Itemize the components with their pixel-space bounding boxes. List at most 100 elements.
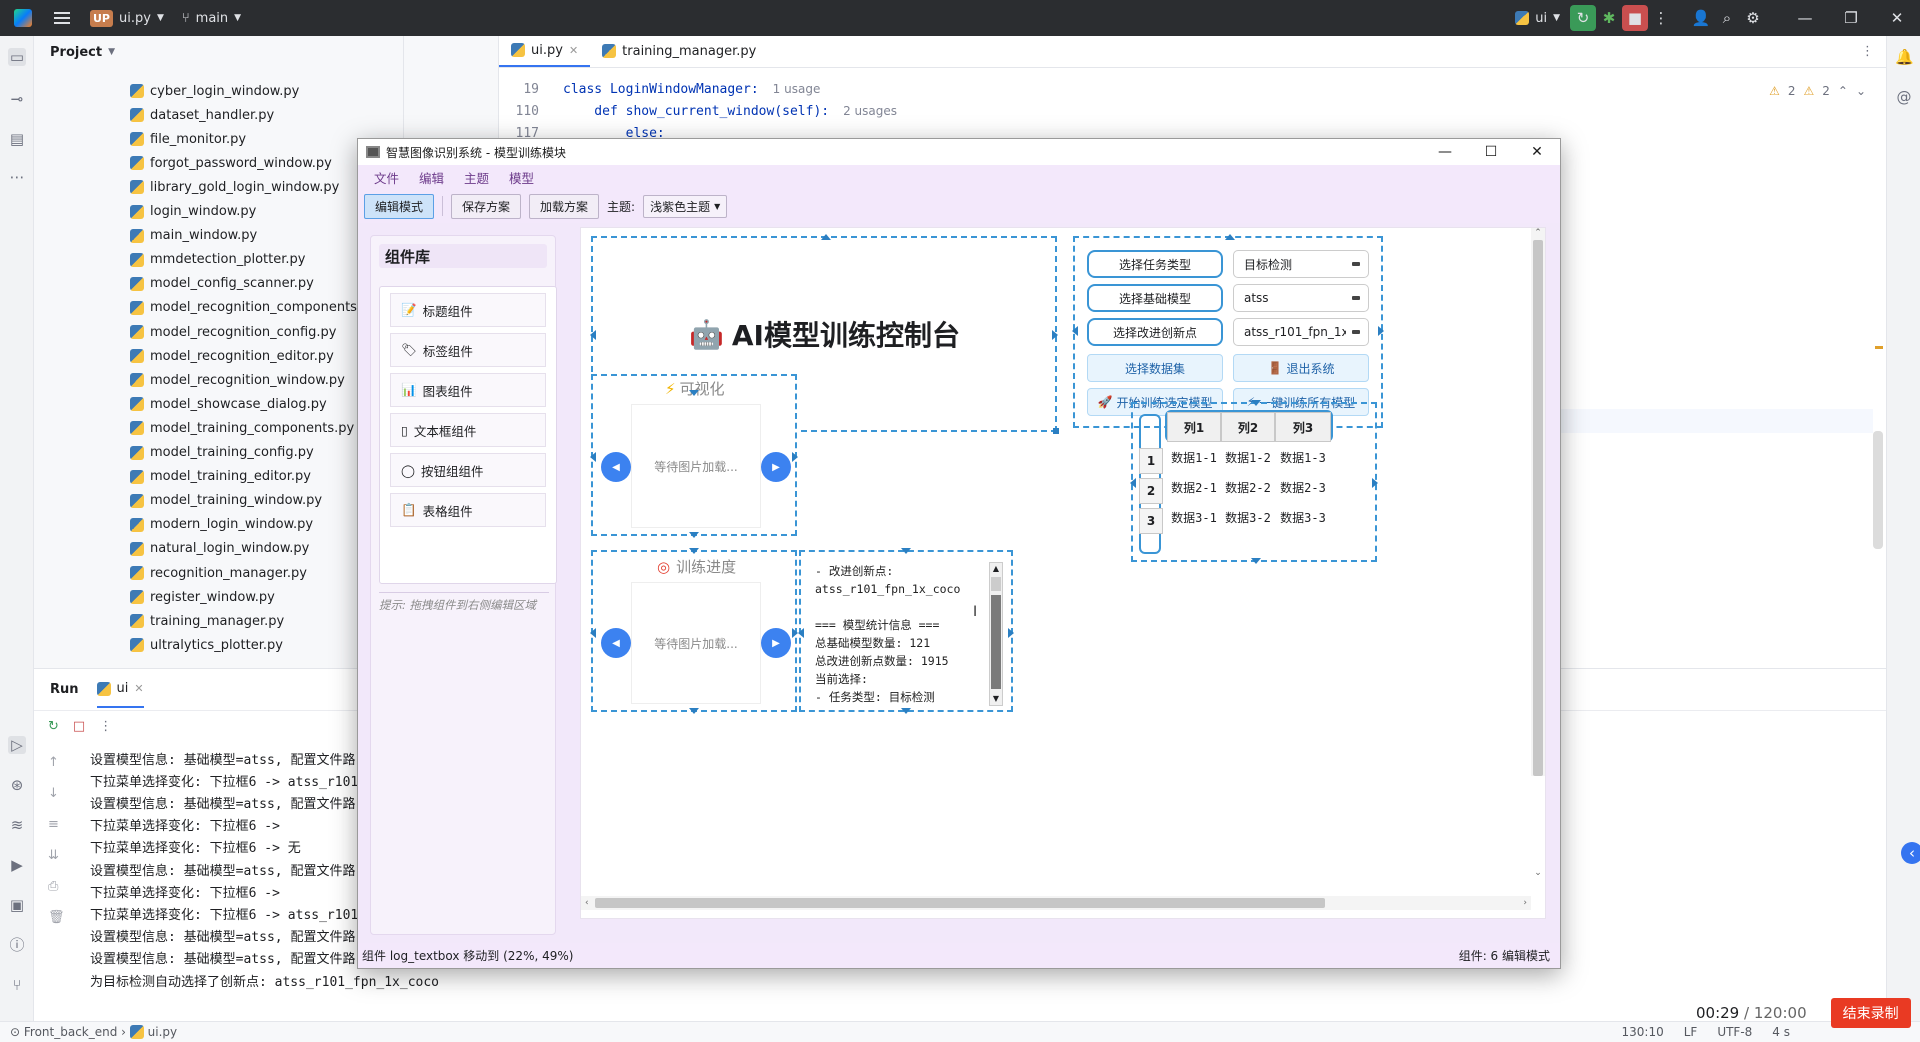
- file-item[interactable]: modern_login_window.py: [130, 515, 313, 535]
- visualization-component[interactable]: ⚡ 可视化 等待图片加载... ◀ ▶: [590, 374, 798, 538]
- soft-wrap-icon[interactable]: ≡: [48, 817, 65, 832]
- table-cell[interactable]: 数据2-2: [1221, 472, 1275, 502]
- usage-hint[interactable]: 1 usage: [773, 82, 821, 96]
- select-task-button[interactable]: 选择任务类型: [1087, 250, 1223, 278]
- resize-handle-bottom[interactable]: [689, 532, 699, 538]
- minimize-button[interactable]: —: [1782, 5, 1828, 31]
- file-item[interactable]: model_training_config.py: [130, 443, 314, 463]
- app-close-button[interactable]: ✕: [1514, 139, 1560, 165]
- innovation-combo[interactable]: atss_r101_fpn_1x: [1233, 318, 1369, 346]
- more-icon[interactable]: ⋮: [99, 719, 112, 734]
- resize-handle-top[interactable]: [689, 548, 699, 554]
- edit-mode-button[interactable]: 编辑模式: [364, 193, 435, 219]
- folder-icon[interactable]: ▭: [8, 48, 26, 66]
- code-line[interactable]: 19 class LoginWindowManager: 1 usage: [499, 78, 820, 100]
- resize-handle-top[interactable]: [689, 390, 699, 396]
- canvas-hscroll[interactable]: ‹ ›: [581, 896, 1531, 910]
- file-item[interactable]: recognition_manager.py: [130, 563, 307, 583]
- load-scheme-button[interactable]: 加载方案: [529, 193, 600, 219]
- print-icon[interactable]: ⎙: [48, 879, 65, 894]
- scroll-down-icon[interactable]: ⌄: [1531, 868, 1545, 884]
- git-icon[interactable]: ⑂: [8, 976, 26, 994]
- scroll-down-icon[interactable]: ▼: [990, 693, 1002, 705]
- file-item[interactable]: register_window.py: [130, 587, 275, 607]
- project-panel-header[interactable]: Project ▼: [34, 36, 403, 68]
- stop-button[interactable]: ■: [1622, 5, 1648, 31]
- file-item[interactable]: library_gold_login_window.py: [130, 177, 339, 197]
- file-item[interactable]: main_window.py: [130, 226, 257, 246]
- problems-icon[interactable]: ⓘ: [8, 936, 26, 954]
- code-line[interactable]: 110 def show_current_window(self): 2 usag…: [499, 100, 898, 122]
- gear-icon[interactable]: ⚙: [1740, 5, 1766, 31]
- commit-icon[interactable]: ⊸: [8, 90, 26, 108]
- save-scheme-button[interactable]: 保存方案: [451, 193, 522, 219]
- progress-component[interactable]: ◎ 训练进度 等待图片加载... ◀ ▶: [590, 548, 798, 714]
- arrow-down-icon[interactable]: ↓: [48, 786, 65, 801]
- table-cell[interactable]: 数据3-1: [1167, 502, 1221, 532]
- breadcrumb[interactable]: ⊙ Front_back_end › ui.py: [10, 1025, 177, 1040]
- more-icon[interactable]: ⋮: [1648, 5, 1674, 31]
- arrow-up-icon[interactable]: ↑: [48, 755, 65, 770]
- menu-theme[interactable]: 主题: [454, 168, 499, 187]
- table-cell[interactable]: 数据3-3: [1275, 502, 1331, 532]
- canvas-vscroll-thumb[interactable]: [1533, 240, 1543, 776]
- select-innovation-button[interactable]: 选择改进创新点: [1087, 318, 1223, 346]
- file-item[interactable]: model_training_components.py: [130, 418, 354, 438]
- file-item[interactable]: model_config_scanner.py: [130, 274, 314, 294]
- select-model-button[interactable]: 选择基础模型: [1087, 284, 1223, 312]
- library-item-title[interactable]: 📝 标题组件: [390, 293, 546, 327]
- tab-training-manager[interactable]: training_manager.py: [590, 35, 768, 67]
- cursor-position[interactable]: 130:10: [1622, 1025, 1664, 1039]
- structure-icon[interactable]: ▤: [8, 130, 26, 148]
- column-header[interactable]: 列3: [1275, 412, 1331, 442]
- file-item[interactable]: forgot_password_window.py: [130, 153, 332, 173]
- file-item[interactable]: model_training_editor.py: [130, 467, 311, 487]
- resize-handle-right[interactable]: [1372, 478, 1378, 488]
- file-item[interactable]: model_recognition_editor.py: [130, 346, 334, 366]
- file-item[interactable]: model_recognition_components.py: [130, 298, 377, 318]
- row-header[interactable]: 2: [1139, 478, 1163, 504]
- chevron-up-icon[interactable]: ⌃: [1838, 84, 1848, 98]
- resize-handle-right[interactable]: [792, 452, 798, 462]
- file-item[interactable]: mmdetection_plotter.py: [130, 250, 305, 270]
- close-button[interactable]: ✕: [1874, 5, 1920, 31]
- table-cell[interactable]: 数据2-1: [1167, 472, 1221, 502]
- app-minimize-button[interactable]: —: [1422, 139, 1468, 165]
- resize-handle-left[interactable]: [590, 452, 596, 462]
- stop-recording-button[interactable]: 结束录制: [1830, 998, 1911, 1028]
- scroll-right-icon[interactable]: ›: [1523, 898, 1527, 908]
- file-item[interactable]: model_recognition_config.py: [130, 322, 337, 342]
- menu-file[interactable]: 文件: [364, 168, 409, 187]
- file-item[interactable]: model_recognition_window.py: [130, 370, 345, 390]
- collapse-arrow-icon[interactable]: ‹: [1901, 842, 1920, 864]
- edit-canvas[interactable]: 🤖 AI模型训练控制台 选择任务类型 目标检测 选择基础模型 atss 选择改进…: [580, 227, 1546, 919]
- resize-handle-left[interactable]: [1130, 478, 1136, 488]
- resize-handle-bottom[interactable]: [1251, 558, 1261, 564]
- tab-ui-py[interactable]: ui.py ✕: [499, 35, 591, 67]
- resize-handle-left[interactable]: [1072, 326, 1078, 336]
- log-text[interactable]: - 改进创新点: atss_r101_fpn_1x_coco === 模型统计信息 …: [815, 562, 985, 706]
- scroll-up-icon[interactable]: ▲: [990, 563, 1002, 575]
- file-item[interactable]: training_manager.py: [130, 611, 284, 631]
- model-combo[interactable]: atss: [1233, 284, 1369, 312]
- file-item[interactable]: login_window.py: [130, 202, 256, 222]
- app-maximize-button[interactable]: ☐: [1468, 139, 1514, 165]
- resize-handle-left[interactable]: [798, 628, 804, 638]
- scroll-end-icon[interactable]: ⇊: [48, 848, 65, 863]
- file-item[interactable]: model_training_window.py: [130, 491, 322, 511]
- more-icon[interactable]: ⋮: [1849, 35, 1886, 67]
- debug-button[interactable]: ✱: [1596, 5, 1622, 31]
- run-icon[interactable]: ▷: [8, 736, 26, 754]
- select-dataset-button[interactable]: 选择数据集: [1087, 354, 1223, 382]
- library-item-textbox[interactable]: ▯ 文本框组件: [390, 413, 546, 447]
- usage-hint[interactable]: 2 usages: [843, 104, 897, 118]
- rerun-button[interactable]: ↻: [1570, 5, 1596, 31]
- trash-icon[interactable]: 🗑: [48, 910, 65, 925]
- canvas-vscroll[interactable]: ⌃: [1531, 228, 1545, 776]
- close-icon[interactable]: ✕: [134, 682, 143, 695]
- file-item[interactable]: ultralytics_plotter.py: [130, 635, 283, 655]
- table-cell[interactable]: 数据1-1: [1167, 442, 1221, 472]
- ai-assistant-icon[interactable]: @: [1895, 88, 1913, 106]
- resize-handle-bottom[interactable]: [689, 708, 699, 714]
- file-item[interactable]: cyber_login_window.py: [130, 81, 299, 101]
